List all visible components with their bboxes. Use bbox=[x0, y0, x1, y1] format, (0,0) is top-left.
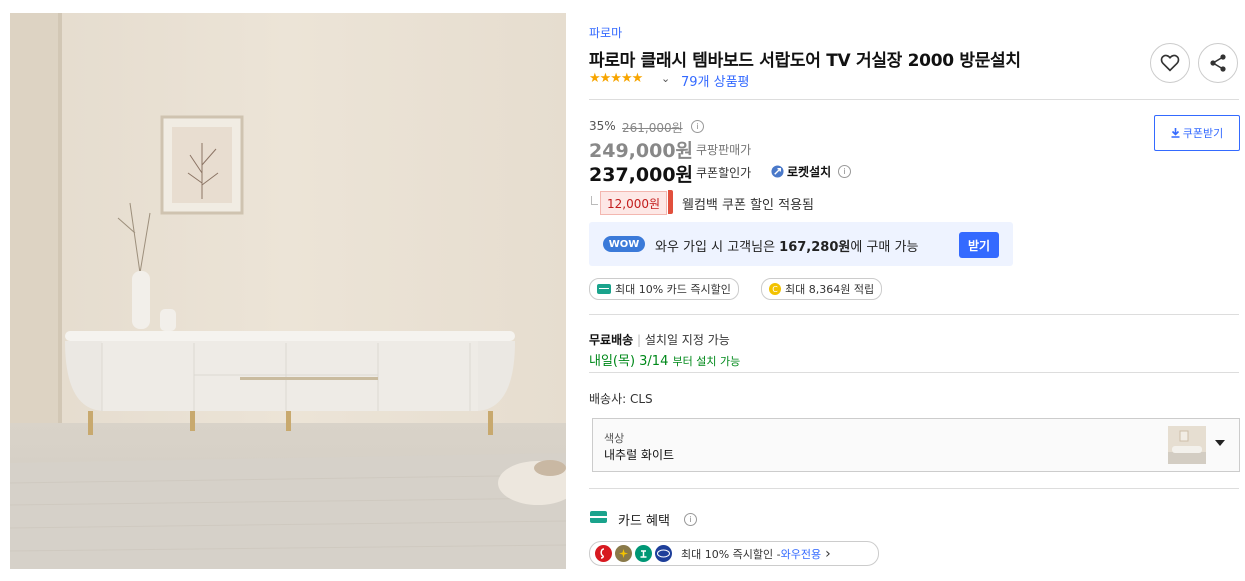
brand-link[interactable]: 파로마 bbox=[589, 24, 622, 41]
review-count-link[interactable]: 79개 상품평 bbox=[681, 71, 750, 90]
coupon-download-label: 쿠폰받기 bbox=[1182, 127, 1224, 140]
product-title: 파로마 클래시 템바보드 서랍도어 TV 거실장 2000 방문설치 bbox=[589, 51, 1021, 71]
wow-text-before: 와우 가입 시 고객님은 bbox=[655, 240, 780, 255]
wow-text-after: 에 구매 가능 bbox=[850, 240, 919, 255]
welcome-coupon-tab bbox=[668, 190, 673, 214]
wow-receive-button[interactable]: 받기 bbox=[959, 232, 999, 258]
divider bbox=[589, 99, 1239, 100]
welcome-connector bbox=[591, 196, 598, 205]
discount-rate: 35% bbox=[589, 119, 616, 133]
chevron-right-icon: › bbox=[825, 545, 831, 562]
product-main-image[interactable] bbox=[10, 13, 566, 569]
wishlist-button[interactable] bbox=[1150, 43, 1190, 83]
kb-card-icon bbox=[615, 545, 632, 562]
kb-logo-glyph bbox=[619, 549, 628, 558]
original-price: 261,000원 bbox=[622, 121, 683, 135]
divider bbox=[589, 314, 1239, 315]
divider bbox=[589, 372, 1239, 373]
rating-stars[interactable]: ★★★★★ bbox=[589, 71, 643, 86]
card-benefit-detail[interactable]: 최대 10% 즉시할인 - 와우전용 › bbox=[589, 541, 879, 566]
card-benefit-title: 카드 혜택 bbox=[618, 514, 670, 529]
info-icon[interactable]: i bbox=[691, 120, 704, 133]
card-discount-text: 최대 10% 카드 즉시할인 bbox=[615, 283, 731, 296]
coupon-price-label: 쿠폰할인가 bbox=[696, 166, 752, 180]
arrival-date: 내일(목) 3/14 bbox=[589, 354, 669, 369]
chevron-down-icon[interactable]: ⌄ bbox=[661, 72, 670, 85]
arrival-info: 내일(목) 3/14 부터 설치 가능 bbox=[589, 350, 740, 369]
card-discount-detail: 최대 10% 즉시할인 - bbox=[681, 547, 781, 561]
sale-price: 249,000원 bbox=[589, 140, 694, 162]
card-discount-pill[interactable]: 최대 10% 카드 즉시할인 bbox=[589, 278, 739, 300]
wow-badge: WOW bbox=[603, 236, 645, 252]
carrier-info: 배송사: CLS bbox=[589, 392, 653, 406]
color-option-select[interactable] bbox=[592, 418, 1240, 472]
points-pill[interactable]: C 최대 8,364원 적립 bbox=[761, 278, 883, 300]
credit-card-icon bbox=[590, 511, 607, 523]
wow-text: 와우 가입 시 고객님은 167,280원에 구매 가능 bbox=[655, 236, 918, 255]
welcome-coupon-amount: 12,000원 bbox=[600, 191, 668, 215]
lotte-card-icon bbox=[595, 545, 612, 562]
hana-card-icon bbox=[635, 545, 652, 562]
welcome-coupon-text: 웰컴백 쿠폰 할인 적용됨 bbox=[682, 198, 814, 213]
product-photo-illustration bbox=[10, 13, 566, 569]
divider bbox=[589, 488, 1239, 489]
points-text: 최대 8,364원 적립 bbox=[785, 283, 875, 296]
install-date-note: 설치일 지정 가능 bbox=[644, 333, 730, 347]
sale-price-label: 쿠팡판매가 bbox=[696, 143, 752, 157]
caret-down-icon[interactable] bbox=[1215, 440, 1225, 446]
wow-only-label: 와우전용 bbox=[780, 547, 822, 561]
option-thumbnail-illustration bbox=[1168, 426, 1206, 464]
coin-icon: C bbox=[769, 283, 781, 295]
coupon-price: 237,000원 bbox=[589, 164, 694, 186]
hana-logo-glyph bbox=[640, 550, 647, 558]
option-label: 색상 bbox=[604, 432, 625, 445]
rocket-install-badge: 로켓설치 bbox=[771, 163, 831, 180]
lotte-logo-glyph bbox=[600, 548, 605, 559]
option-thumbnail bbox=[1168, 426, 1206, 464]
coupon-download-button[interactable]: 쿠폰받기 bbox=[1154, 115, 1240, 151]
share-button[interactable] bbox=[1198, 43, 1238, 83]
info-icon[interactable]: i bbox=[838, 165, 851, 178]
download-icon bbox=[1171, 128, 1180, 138]
shipping-divider: | bbox=[637, 333, 642, 347]
arrival-suffix: 부터 설치 가능 bbox=[672, 355, 741, 368]
share-icon bbox=[1210, 54, 1226, 72]
rocket-icon bbox=[771, 165, 784, 178]
option-value: 내추럴 화이트 bbox=[604, 448, 675, 462]
samsung-card-icon bbox=[655, 545, 672, 562]
shipping-info: 무료배송 | 설치일 지정 가능 bbox=[589, 331, 730, 348]
info-icon[interactable]: i bbox=[684, 513, 697, 526]
card-icon bbox=[597, 284, 611, 294]
heart-icon bbox=[1160, 54, 1180, 72]
rocket-install-label: 로켓설치 bbox=[787, 165, 832, 179]
samsung-logo-glyph bbox=[657, 549, 670, 558]
free-shipping-label: 무료배송 bbox=[589, 333, 634, 347]
wow-price: 167,280원 bbox=[779, 240, 851, 255]
